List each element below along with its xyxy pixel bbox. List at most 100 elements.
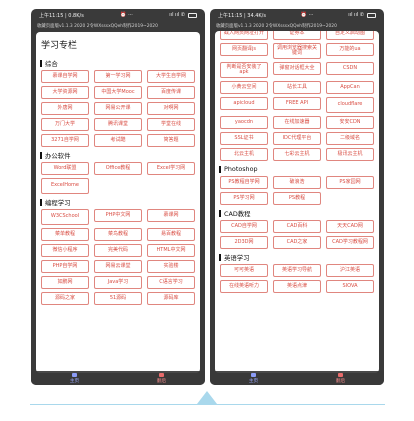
link-button[interactable]: 外唐网 bbox=[41, 102, 89, 115]
link-button[interactable]: 菜单教程 bbox=[41, 228, 89, 241]
link-button[interactable]: yaocdn bbox=[220, 116, 268, 129]
link-button[interactable]: 百度传课 bbox=[147, 86, 195, 99]
link-button[interactable]: C语言学习 bbox=[147, 276, 195, 289]
section-marker bbox=[40, 198, 42, 206]
link-button[interactable]: 网页翻译js bbox=[220, 43, 268, 56]
tab-home[interactable]: 主页 bbox=[249, 372, 258, 384]
link-button[interactable]: PS学习网 bbox=[220, 192, 268, 205]
battery-icon bbox=[367, 12, 376, 18]
link-button[interactable]: 二级域名 bbox=[326, 132, 374, 145]
link-button[interactable]: 调用浏览器搜索关键词 bbox=[273, 43, 321, 59]
tab-home[interactable]: 主页 bbox=[70, 372, 79, 384]
link-button[interactable]: 完美代码 bbox=[94, 244, 142, 257]
link-button[interactable]: 源码之家 bbox=[41, 292, 89, 305]
status-time: 上午11:15 | 34.4K/s bbox=[218, 12, 266, 19]
section-marker bbox=[40, 151, 42, 159]
link-button[interactable]: Excel学习网 bbox=[147, 162, 195, 175]
link-button[interactable]: 北云主机 bbox=[220, 148, 268, 161]
link-button[interactable]: 截入网页网址打开 bbox=[220, 31, 268, 40]
link-button[interactable]: 网易公开课 bbox=[94, 102, 142, 115]
link-button[interactable]: 安安CDN bbox=[326, 116, 374, 129]
link-button[interactable]: 英语点津 bbox=[273, 280, 321, 293]
link-button[interactable]: SIOVA bbox=[326, 280, 374, 293]
link-button[interactable]: 可可英语 bbox=[220, 264, 268, 277]
section-marker bbox=[219, 165, 221, 173]
link-button[interactable]: 实验楼 bbox=[147, 260, 195, 273]
section-title: CAD教程 bbox=[224, 209, 251, 218]
link-button[interactable]: 考试酷 bbox=[94, 134, 142, 147]
link-button[interactable]: PS家园网 bbox=[326, 176, 374, 189]
tab-other[interactable]: 翻后 bbox=[157, 372, 166, 384]
link-button[interactable]: PS教程 bbox=[273, 192, 321, 205]
link-button[interactable]: 51源码 bbox=[94, 292, 142, 305]
link-button[interactable]: 对啊网 bbox=[147, 102, 195, 115]
link-button[interactable]: 小黄云空间 bbox=[220, 81, 268, 94]
link-button[interactable]: 破浪浩 bbox=[273, 176, 321, 189]
link-button[interactable]: 七彩云主机 bbox=[273, 148, 321, 161]
section-marker bbox=[219, 209, 221, 217]
link-button[interactable]: 3271自学网 bbox=[41, 134, 89, 147]
section-header: CAD教程 bbox=[219, 209, 375, 218]
link-button[interactable]: PHP中文网 bbox=[94, 209, 142, 222]
link-button[interactable]: 大学资源网 bbox=[41, 86, 89, 99]
link-button[interactable]: FREE API bbox=[273, 97, 321, 110]
link-button[interactable]: 微信小程序 bbox=[41, 244, 89, 257]
link-button[interactable]: 万能的ua bbox=[326, 43, 374, 56]
link-button[interactable]: 简答题 bbox=[147, 134, 195, 147]
link-button[interactable]: CSDN bbox=[326, 62, 374, 75]
link-button[interactable]: SSL证书 bbox=[220, 132, 268, 145]
link-button[interactable]: 网易云课堂 bbox=[94, 260, 142, 273]
tab-other[interactable]: 翻后 bbox=[335, 372, 346, 384]
link-button[interactable]: 大学生自学网 bbox=[147, 70, 195, 83]
link-button[interactable]: 慕课自学网 bbox=[41, 70, 89, 83]
study-card: 学习专栏 综合 慕课自学网 第一学习网 大学生自学网 大学资源网 中国大学Mooc 百度传课… bbox=[36, 32, 200, 373]
link-button[interactable]: 在线英语听力 bbox=[220, 280, 268, 293]
link-button[interactable]: 天天CAD网 bbox=[326, 220, 374, 233]
link-button[interactable]: 证券本 bbox=[273, 31, 321, 40]
link-button[interactable]: Word联盟 bbox=[41, 162, 89, 175]
link-button[interactable]: 源码库 bbox=[147, 292, 195, 305]
link-button[interactable]: Java学习 bbox=[94, 276, 142, 289]
link-button[interactable]: PS教程自学网 bbox=[220, 176, 268, 189]
link-button[interactable]: 中国大学Mooc bbox=[94, 86, 142, 99]
version-text: 收藏页面版v1.1.3 2020 2令WXsssxQQeh制作2019~2020 bbox=[216, 24, 337, 29]
section-header: Photoshop bbox=[219, 165, 375, 173]
link-button[interactable]: 英语学习导航 bbox=[273, 264, 321, 277]
button-grid: 截入网页网址打开 证券本 自定义启动图网页翻译js 调用浏览器搜索关键词 万能的ua 判断… bbox=[219, 31, 375, 161]
link-button[interactable]: cloudflare bbox=[326, 97, 374, 113]
link-button[interactable]: 沪江英语 bbox=[326, 264, 374, 277]
battery-icon bbox=[188, 12, 197, 18]
link-button[interactable]: AppCan bbox=[326, 81, 374, 94]
link-button[interactable]: ExcelHome bbox=[41, 178, 89, 194]
link-button[interactable]: 2D3D网 bbox=[220, 236, 268, 249]
link-button[interactable]: 自定义启动图 bbox=[326, 31, 374, 40]
link-button[interactable]: 在线加速器 bbox=[273, 116, 321, 129]
link-button[interactable]: CAD学习教程网 bbox=[326, 236, 374, 249]
link-button[interactable]: 判断是否安装了apk bbox=[220, 62, 268, 78]
link-button[interactable]: 万门大学 bbox=[41, 118, 89, 131]
link-button[interactable]: PHP自学网 bbox=[41, 260, 89, 273]
section-header: 综合 bbox=[40, 59, 196, 68]
link-button[interactable]: IDC代理平台 bbox=[273, 132, 321, 145]
link-button[interactable]: 慕课网 bbox=[147, 209, 195, 222]
link-button[interactable]: CAD百科 bbox=[273, 220, 321, 233]
link-button[interactable]: CAD之家 bbox=[273, 236, 321, 249]
link-button[interactable]: apicloud bbox=[220, 97, 268, 110]
link-button[interactable]: 站长工具 bbox=[273, 81, 321, 94]
link-button[interactable]: 易百教程 bbox=[147, 228, 195, 241]
link-button[interactable]: Office教程 bbox=[94, 162, 142, 175]
tab-other-label: 翻后 bbox=[335, 378, 346, 384]
link-button[interactable]: 学堂在线 bbox=[147, 118, 195, 131]
link-button[interactable]: 弹窗对话框大全 bbox=[273, 62, 321, 75]
link-button[interactable]: 第一学习网 bbox=[94, 70, 142, 83]
link-button[interactable]: CAD自学网 bbox=[220, 220, 268, 233]
left-sections: 综合 慕课自学网 第一学习网 大学生自学网 大学资源网 中国大学Mooc 百度传课 外唐网 网易… bbox=[36, 59, 200, 305]
link-button[interactable]: W3CSchool bbox=[41, 209, 89, 225]
link-button[interactable]: HTML中文网 bbox=[147, 244, 195, 257]
link-button[interactable]: 菜鸟教程 bbox=[94, 228, 142, 241]
button-grid: W3CSchool PHP中文网 慕课网菜单教程 菜鸟教程 易百教程微信小程序 完美代码 H… bbox=[40, 209, 196, 305]
link-button[interactable]: 极讯云主机 bbox=[326, 148, 374, 161]
link-button[interactable]: 如鹏网 bbox=[41, 276, 89, 289]
link-button[interactable]: 腾讯课堂 bbox=[94, 118, 142, 131]
signal-icon: ııl ııl ✆ bbox=[169, 12, 185, 18]
